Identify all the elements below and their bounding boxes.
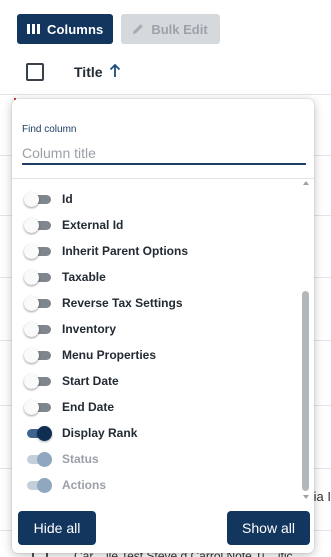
column-label: Display Rank [62,426,138,440]
scroll-thumb[interactable] [302,291,309,491]
toggle-switch[interactable] [24,348,52,363]
column-label: Menu Properties [62,348,157,362]
pencil-icon [133,24,144,34]
column-item-inherit-parent-options[interactable]: Inherit Parent Options [12,238,302,264]
arrow-up-icon[interactable] [108,62,122,80]
select-all-checkbox[interactable] [26,63,44,81]
column-label: End Date [62,400,115,414]
hide-all-button[interactable]: Hide all [18,511,96,545]
column-item-menu-properties[interactable]: Menu Properties [12,342,302,368]
toggle-switch[interactable] [24,374,52,389]
toggle-switch[interactable] [24,270,52,285]
columns-icon [27,24,40,34]
table-row-divider [0,94,331,95]
toggle-switch[interactable] [24,400,52,415]
panel-divider [12,178,314,179]
column-label: Status [62,452,99,466]
column-label: External Id [62,218,124,232]
toggle-switch[interactable] [24,192,52,207]
table-toolbar: Columns Bulk Edit [17,14,220,44]
columns-button-label: Columns [47,21,104,37]
column-label: Inherit Parent Options [62,244,189,258]
column-label: Reverse Tax Settings [62,296,183,310]
column-label: Inventory [62,322,117,336]
title-column-header[interactable]: Title [74,64,103,80]
column-item-inventory[interactable]: Inventory [12,316,302,342]
column-label: Actions [62,478,107,492]
toggle-switch[interactable] [24,244,52,259]
column-list: Id External Id Inherit Parent Options Ta… [12,186,302,498]
column-item-end-date[interactable]: End Date [12,394,302,420]
show-all-button[interactable]: Show all [227,511,310,545]
find-column-input[interactable] [22,139,306,165]
column-item-start-date[interactable]: Start Date [12,368,302,394]
toggle-switch[interactable] [24,296,52,311]
toggle-switch[interactable] [24,426,52,441]
find-column-label: Find column [22,124,77,135]
column-item-display-rank[interactable]: Display Rank [12,420,302,446]
table-cell-fragment: ia I [313,489,331,504]
column-item-external-id[interactable]: External Id [12,212,302,238]
toggle-switch [24,452,52,467]
columns-button[interactable]: Columns [17,14,114,44]
column-item-status: Status [12,446,302,472]
scroll-down-arrow[interactable] [303,495,309,499]
column-item-reverse-tax-settings[interactable]: Reverse Tax Settings [12,290,302,316]
bulk-edit-label: Bulk Edit [151,21,208,37]
column-item-actions: Actions [12,472,302,498]
column-item-taxable[interactable]: Taxable [12,264,302,290]
toggle-switch[interactable] [24,218,52,233]
column-label: Start Date [62,374,119,388]
scroll-up-arrow[interactable] [303,181,309,185]
table-header: Title [0,56,331,90]
column-list-scrollbar[interactable] [302,181,309,499]
bulk-edit-button[interactable]: Bulk Edit [121,14,220,44]
column-chooser-panel: Find column Id External Id Inherit Paren… [12,99,314,553]
toggle-switch[interactable] [24,322,52,337]
column-label: Taxable [62,270,106,284]
column-item-id[interactable]: Id [12,186,302,212]
column-label: Id [62,192,73,206]
toggle-switch [24,478,52,493]
